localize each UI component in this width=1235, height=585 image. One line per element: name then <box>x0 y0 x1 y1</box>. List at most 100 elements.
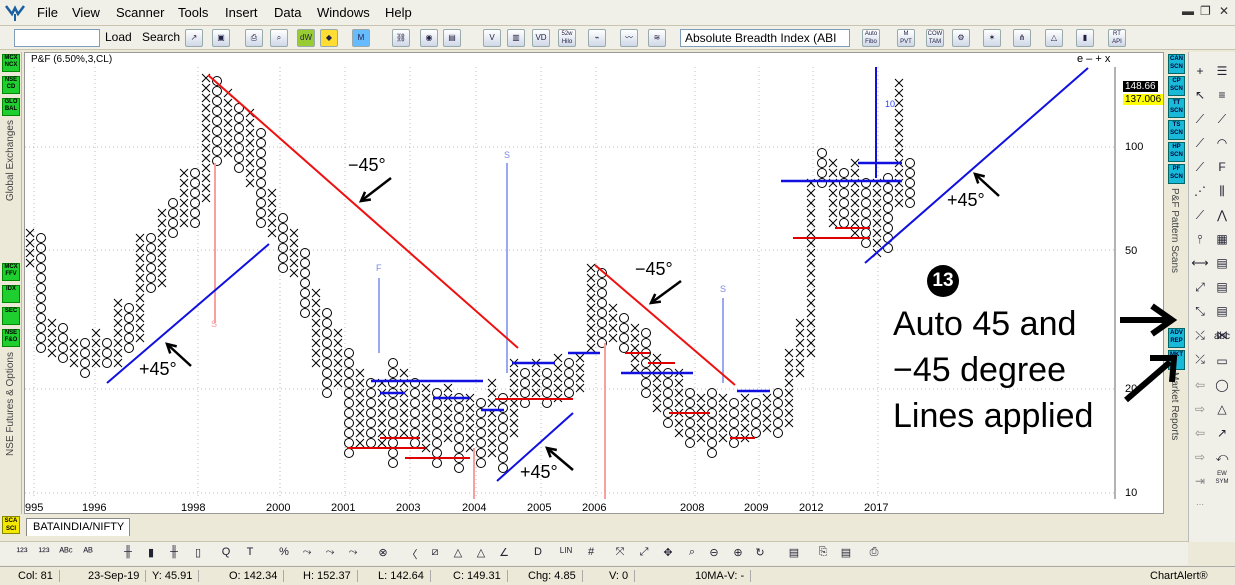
log-icon[interactable]: ⤳ <box>299 546 315 562</box>
notes-icon[interactable]: ▤ <box>786 546 802 562</box>
numbering-icon[interactable]: ¹²³ <box>14 546 30 562</box>
cp-scn-button[interactable]: CP SCN <box>1168 76 1185 96</box>
menu-windows[interactable]: Windows <box>317 5 370 20</box>
hp-scn-button[interactable]: HP SCN <box>1168 142 1185 162</box>
window-icon[interactable]: ▤ <box>443 29 461 47</box>
close-icon[interactable]: ✕ <box>1219 4 1229 18</box>
channel-icon[interactable]: ≡ <box>1213 86 1231 104</box>
ew-sym-button[interactable]: EW SYM <box>1213 470 1231 488</box>
auto-neg45-icon[interactable]: ⤰ <box>1191 350 1209 368</box>
mcx-ncx-button[interactable]: MCX NCX <box>2 54 20 72</box>
next-icon[interactable]: ⇨ <box>1191 448 1209 466</box>
search-button[interactable]: Search <box>142 30 180 44</box>
zoom-a-icon[interactable]: △ <box>450 546 466 562</box>
zoom-b-icon[interactable]: △ <box>473 546 489 562</box>
cow-tam-button[interactable]: COW TAM <box>926 29 944 47</box>
menu-file[interactable]: File <box>37 5 58 20</box>
volume-icon[interactable]: V <box>483 29 501 47</box>
arrow-icon[interactable]: ↗ <box>1213 424 1231 442</box>
levels-icon[interactable]: ▤ <box>1213 254 1231 272</box>
grid-icon[interactable]: ▦ <box>1213 230 1231 248</box>
hline-icon[interactable]: ☰ <box>1213 62 1231 80</box>
fit-icon[interactable]: ⤧ <box>612 546 628 562</box>
menu-insert[interactable]: Insert <box>225 5 258 20</box>
indicator-select[interactable]: Absolute Breadth Index (ABI <box>680 29 850 47</box>
crosshair-icon[interactable]: + <box>1191 62 1209 80</box>
pct-icon[interactable]: % <box>276 546 292 562</box>
global-exchanges-label[interactable]: Global Exchanges <box>5 120 16 201</box>
triangle-icon[interactable]: △ <box>1045 29 1063 47</box>
fast-forward-icon[interactable]: ⇥ <box>1191 472 1209 490</box>
bars-icon[interactable]: ▥ <box>507 29 525 47</box>
area-icon[interactable]: ⤳ <box>345 546 361 562</box>
global-button[interactable]: GLO BAL <box>2 98 20 116</box>
abc-icon[interactable]: ∠ <box>496 546 512 562</box>
zoom-in-icon[interactable]: ⊕ <box>730 546 746 562</box>
menu-tools[interactable]: Tools <box>178 5 208 20</box>
gann-fan-icon[interactable]: ⋀ <box>1213 206 1231 224</box>
scanner-toggle-button[interactable]: SCA SCI <box>2 516 20 534</box>
can-scn-button[interactable]: CAN SCN <box>1168 54 1185 74</box>
save-icon[interactable]: ▣ <box>212 29 230 47</box>
candles-icon[interactable]: ▮ <box>1076 29 1094 47</box>
regression-icon[interactable]: ⟋ <box>1213 110 1231 128</box>
nse-fo-button[interactable]: NSE F&O <box>2 329 20 347</box>
symbol-tab[interactable]: BATAINDIA/NIFTY <box>26 518 130 536</box>
nse-futures-label[interactable]: NSE Futures & Options <box>5 352 16 456</box>
print-icon[interactable]: ⎙ <box>245 29 263 47</box>
pnf-chart[interactable]: P&F (6.50%,3,CL) e – + x 148.66 137.006 … <box>24 52 1164 514</box>
web-icon[interactable]: ◉ <box>420 29 438 47</box>
auto45b-icon[interactable]: ⤡ <box>1191 302 1209 320</box>
vertical-line-icon[interactable]: ⫯ <box>1191 230 1209 248</box>
dw-icon[interactable]: dW <box>297 29 315 47</box>
horizontal-line-icon[interactable]: ⟷ <box>1191 254 1209 272</box>
ellipse-icon[interactable]: ◯ <box>1213 376 1231 394</box>
line-chart-icon[interactable]: ⤳ <box>322 546 338 562</box>
auto-fibo-button[interactable]: Auto Fibo <box>862 29 880 47</box>
restore-icon[interactable]: ❐ <box>1200 4 1211 18</box>
t-icon[interactable]: T <box>242 546 258 562</box>
pattern-scans-label[interactable]: P&F Pattern Scans <box>1169 188 1180 273</box>
pnf-icon[interactable]: ⊗ <box>375 546 391 562</box>
load-button[interactable]: Load <box>105 30 132 44</box>
arc-icon[interactable]: ◠ <box>1213 134 1231 152</box>
prev-icon[interactable]: ⇦ <box>1191 424 1209 442</box>
levels2-icon[interactable]: ▤ <box>1213 278 1231 296</box>
sec-button[interactable]: SEC <box>2 307 20 325</box>
layer-icon[interactable]: ◆ <box>320 29 338 47</box>
d-icon[interactable]: D <box>530 546 546 562</box>
pitchfork-icon[interactable]: ⋔ <box>1013 29 1031 47</box>
tas-icon[interactable]: ✶ <box>983 29 1001 47</box>
hash-icon[interactable]: # <box>583 546 599 562</box>
pointer-icon[interactable]: ↗ <box>185 29 203 47</box>
ma-line-icon[interactable]: 〰 <box>620 29 638 47</box>
bars2-icon[interactable]: ▯ <box>190 546 206 562</box>
sl2-line-icon[interactable]: ⟋ <box>1191 206 1209 224</box>
levels3-icon[interactable]: ▤ <box>1213 302 1231 320</box>
pointer-icon[interactable]: ↖ <box>1191 86 1209 104</box>
auto-line-icon[interactable]: ⤯ <box>1191 326 1209 344</box>
idx-button[interactable]: IDX <box>2 285 20 303</box>
lin-icon[interactable]: LIN <box>558 546 574 562</box>
tt-scn-button[interactable]: TT SCN <box>1168 98 1185 118</box>
hlc-icon[interactable]: ╫ <box>166 546 182 562</box>
sl-line-icon[interactable]: ⟋ <box>1191 158 1209 176</box>
zoom-out-icon[interactable]: ⊖ <box>706 546 722 562</box>
tools-icon[interactable]: ⚙ <box>952 29 970 47</box>
menu-view[interactable]: View <box>72 5 100 20</box>
zoom-sel-icon[interactable]: ⧄ <box>427 546 443 562</box>
dots-icon[interactable]: ⋯ <box>1191 496 1209 514</box>
minimize-icon[interactable]: ▬ <box>1182 4 1194 18</box>
numbering3-icon[interactable]: ᴬᴮᶜ <box>58 546 74 562</box>
vd-icon[interactable]: VD <box>532 29 550 47</box>
dash-line-icon[interactable]: ⋰ <box>1191 182 1209 200</box>
paste-icon[interactable]: ▤ <box>838 546 854 562</box>
search-icon[interactable]: ⌕ <box>684 546 700 562</box>
candle-icon[interactable]: ▮ <box>143 546 159 562</box>
m-pvt-button[interactable]: M PVT <box>897 29 915 47</box>
numbering4-icon[interactable]: ᴬᴮ <box>80 546 96 562</box>
expand-icon[interactable]: ⤢ <box>636 546 652 562</box>
ts-scn-button[interactable]: TS SCN <box>1168 120 1185 140</box>
link-icon[interactable]: ⛓ <box>392 29 410 47</box>
overlay-icon[interactable]: ≋ <box>648 29 666 47</box>
